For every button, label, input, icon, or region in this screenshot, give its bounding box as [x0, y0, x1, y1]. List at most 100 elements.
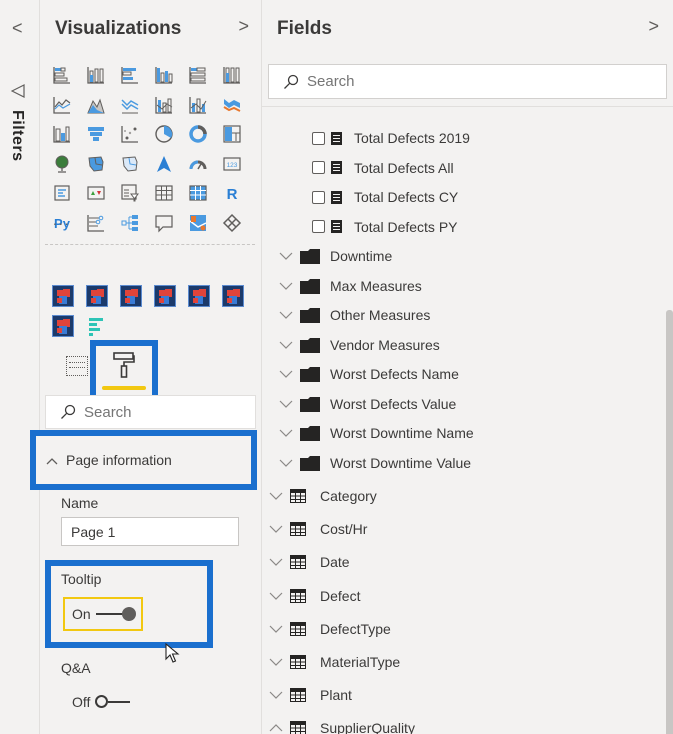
visual-type-decomposition-tree[interactable] [119, 212, 141, 234]
custom-visual[interactable] [222, 285, 244, 307]
chevron-down-icon[interactable] [278, 307, 294, 323]
visual-type-gauge[interactable] [187, 153, 209, 175]
visual-type-azure-map[interactable] [153, 153, 175, 175]
visual-type-slicer[interactable] [119, 182, 141, 204]
visual-type-clustered-bar-chart[interactable] [119, 64, 141, 86]
fields-scrollbar[interactable] [666, 310, 673, 734]
chevron-down-icon[interactable] [278, 337, 294, 353]
chevron-down-icon[interactable] [268, 488, 284, 504]
filters-pane-collapsed[interactable]: < Filters [0, 0, 40, 734]
visual-type-map[interactable] [51, 153, 73, 175]
custom-visual[interactable] [86, 285, 108, 307]
visual-type-100-stacked-column-chart[interactable] [221, 64, 243, 86]
visual-type-shape-map[interactable] [119, 153, 141, 175]
display-folder-item[interactable]: Worst Downtime Name [278, 421, 474, 445]
table-item[interactable]: Defect [268, 584, 360, 608]
table-item[interactable]: Date [268, 550, 350, 574]
display-folder-item[interactable]: Other Measures [278, 303, 430, 327]
field-checkbox[interactable] [312, 190, 325, 204]
visualizations-expand-chevron[interactable]: > [238, 16, 249, 37]
field-checkbox[interactable] [312, 220, 325, 233]
display-folder-item[interactable]: Vendor Measures [278, 333, 440, 357]
custom-visual[interactable] [188, 285, 210, 307]
visual-type-donut-chart[interactable] [187, 123, 209, 145]
measure-item[interactable]: Total Defects CY [312, 186, 458, 208]
visual-type-waterfall-chart[interactable] [51, 123, 73, 145]
visual-type-line-chart[interactable] [51, 94, 73, 116]
chevron-up-icon[interactable] [268, 720, 284, 734]
page-information-section-header[interactable]: Page information [36, 436, 251, 484]
visual-type-filled-map[interactable] [85, 153, 107, 175]
tooltip-toggle[interactable]: On [63, 597, 143, 631]
table-item[interactable]: Category [268, 484, 377, 508]
visual-type-table[interactable] [153, 182, 175, 204]
custom-visual[interactable] [154, 285, 176, 307]
visual-type-matrix[interactable] [187, 182, 209, 204]
visual-type-qa-visual[interactable] [153, 212, 175, 234]
visual-type-scatter-chart[interactable] [119, 123, 141, 145]
chevron-down-icon[interactable] [278, 396, 294, 412]
visual-type-key-influencers[interactable] [85, 212, 107, 234]
visual-type-line-and-clustered-column-chart[interactable] [187, 94, 209, 116]
display-folder-item[interactable]: Worst Downtime Value [278, 451, 471, 475]
format-tab[interactable] [96, 346, 152, 398]
chevron-down-icon[interactable] [278, 455, 294, 471]
visual-type-stacked-area-chart[interactable] [119, 94, 141, 116]
measure-item[interactable]: Total Defects PY [312, 216, 458, 238]
visual-type-r-script-visual[interactable]: R [221, 182, 243, 204]
chevron-down-icon[interactable] [278, 248, 294, 264]
measure-item[interactable]: Total Defects 2019 [312, 127, 470, 149]
visual-type-multi-row-card[interactable] [51, 182, 73, 204]
table-item[interactable]: SupplierQuality [268, 716, 415, 734]
chevron-down-icon[interactable] [268, 687, 284, 703]
chevron-down-icon[interactable] [268, 521, 284, 537]
filters-label[interactable]: Filters [8, 110, 26, 162]
visual-type-card[interactable]: 123 [221, 153, 243, 175]
format-search-box[interactable] [45, 395, 256, 429]
display-folder-item[interactable]: Worst Defects Value [278, 392, 456, 416]
chevron-down-icon[interactable] [278, 366, 294, 382]
visual-type-treemap[interactable] [221, 123, 243, 145]
fields-tab[interactable] [66, 356, 88, 376]
collapse-panes-chevron[interactable]: < [12, 18, 23, 39]
display-folder-item[interactable]: Max Measures [278, 274, 422, 298]
visual-type-funnel-chart[interactable] [85, 123, 107, 145]
format-search-input[interactable] [84, 403, 234, 421]
visual-type-100-stacked-bar-chart[interactable] [187, 64, 209, 86]
visual-type-area-chart[interactable] [85, 94, 107, 116]
chevron-down-icon[interactable] [268, 588, 284, 604]
chevron-down-icon[interactable] [268, 621, 284, 637]
page-name-input[interactable] [61, 517, 239, 546]
display-folder-item[interactable]: Worst Defects Name [278, 362, 459, 386]
table-item[interactable]: DefectType [268, 617, 391, 641]
chevron-down-icon[interactable] [278, 278, 294, 294]
more-visuals-button[interactable]: ... [53, 212, 71, 228]
field-checkbox[interactable] [312, 161, 325, 174]
chevron-down-icon[interactable] [268, 654, 284, 670]
chevron-down-icon[interactable] [278, 425, 294, 441]
visual-type-stacked-column-chart[interactable] [85, 64, 107, 86]
visual-type-pie-chart[interactable] [153, 123, 175, 145]
custom-bar-visual[interactable] [86, 315, 108, 337]
display-folder-item[interactable]: Downtime [278, 244, 392, 268]
custom-visual[interactable] [120, 285, 142, 307]
visual-type-kpi[interactable] [85, 182, 107, 204]
qa-toggle[interactable]: Off [72, 694, 131, 710]
table-item[interactable]: MaterialType [268, 650, 400, 674]
custom-visual[interactable] [52, 315, 74, 337]
visual-type-stacked-bar-chart[interactable] [51, 64, 73, 86]
chevron-down-icon[interactable] [268, 554, 284, 570]
measure-item[interactable]: Total Defects All [312, 157, 454, 179]
visual-type-arcgis-map[interactable] [187, 212, 209, 234]
fields-search-box[interactable] [268, 64, 667, 99]
fields-expand-chevron[interactable]: > [648, 16, 659, 37]
field-checkbox[interactable] [312, 131, 325, 145]
table-item[interactable]: Plant [268, 683, 352, 707]
visual-type-line-and-stacked-column-chart[interactable] [153, 94, 175, 116]
table-item[interactable]: Cost/Hr [268, 517, 367, 541]
visual-type-ribbon-chart[interactable] [221, 94, 243, 116]
fields-search-input[interactable] [307, 73, 457, 90]
visual-type-clustered-column-chart[interactable] [153, 64, 175, 86]
visual-type-power-apps[interactable] [221, 212, 243, 234]
custom-visual[interactable] [52, 285, 74, 307]
